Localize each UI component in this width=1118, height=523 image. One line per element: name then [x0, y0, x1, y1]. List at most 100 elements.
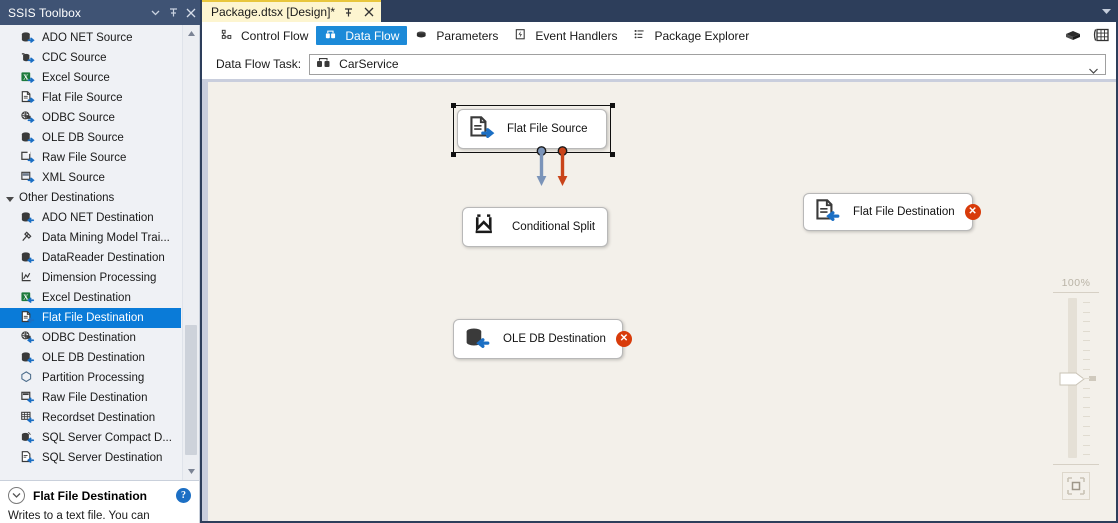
- datareader-destination-icon: [20, 250, 36, 266]
- toolbox-item-label: Excel Destination: [42, 292, 131, 304]
- toolbox-item-data-mining-model-trai[interactable]: Data Mining Model Trai...: [0, 228, 181, 248]
- toolbox-item-xml-source[interactable]: XML Source: [0, 168, 181, 188]
- canvas-container: 100% Flat File Source Conditional Split …: [202, 79, 1116, 521]
- toolbox-item-ado-net-destination[interactable]: ADO NET Destination: [0, 208, 181, 228]
- toolbox-item-flat-file-source[interactable]: Flat File Source: [0, 88, 181, 108]
- pin-icon[interactable]: [164, 4, 182, 22]
- component-flat-file-destination[interactable]: Flat File Destination ✕: [803, 193, 981, 231]
- ole-db-destination-icon: [463, 324, 493, 354]
- resize-handle[interactable]: [610, 152, 615, 157]
- tab-event-handlers[interactable]: Event Handlers: [506, 26, 625, 45]
- toolbox-item-datareader-destination[interactable]: DataReader Destination: [0, 248, 181, 268]
- toolbox-item-sql-server-compact-d[interactable]: SQL Server Compact D...: [0, 428, 181, 448]
- zoom-tick: [1083, 378, 1090, 379]
- toolbox-item-raw-file-destination[interactable]: Raw File Destination: [0, 388, 181, 408]
- flat-file-source-icon: [20, 90, 36, 106]
- parameters-icon: [415, 28, 430, 43]
- toolbox-item-label: Dimension Processing: [42, 272, 157, 284]
- toolbox-item-label: Partition Processing: [42, 372, 145, 384]
- toolbox-item-label: Raw File Source: [42, 152, 127, 164]
- toolbox-item-raw-file-source[interactable]: Raw File Source: [0, 148, 181, 168]
- resize-handle[interactable]: [610, 103, 615, 108]
- toolbox-scrollbar[interactable]: [182, 25, 199, 480]
- data-mining-model-training-icon: [20, 230, 36, 246]
- tab-parameters[interactable]: Parameters: [407, 26, 506, 45]
- zoom-tick: [1083, 444, 1090, 446]
- toolbox-titlebar: SSIS Toolbox: [0, 0, 200, 25]
- tab-package-explorer[interactable]: Package Explorer: [625, 26, 757, 45]
- fit-to-window-button[interactable]: [1062, 472, 1090, 500]
- toolbox-item-sql-server-destination[interactable]: SQL Server Destination: [0, 448, 181, 468]
- conditional-split-icon: [472, 212, 502, 242]
- flat-file-source-icon: [467, 114, 497, 144]
- scroll-up-arrow-icon[interactable]: [183, 25, 199, 42]
- toolbox-item-recordset-destination[interactable]: Recordset Destination: [0, 408, 181, 428]
- error-badge-icon[interactable]: ✕: [964, 204, 981, 220]
- expander-icon[interactable]: [6, 196, 14, 202]
- tab-close-icon[interactable]: [362, 6, 375, 19]
- toolbox-item-excel-destination[interactable]: X Excel Destination: [0, 288, 181, 308]
- toolbox-item-label: OLE DB Destination: [42, 352, 145, 364]
- toolbox-item-label: ODBC Destination: [42, 332, 136, 344]
- tab-label: Event Handlers: [535, 28, 618, 43]
- tab-data-flow[interactable]: Data Flow: [316, 26, 408, 45]
- zoom-tick: [1083, 406, 1090, 408]
- tabstrip-menu-icon[interactable]: [1101, 3, 1112, 21]
- odbc-destination-icon: [20, 330, 36, 346]
- ole-db-destination-icon: [20, 350, 36, 366]
- chevron-down-icon[interactable]: [146, 4, 164, 22]
- toolbox-body: ADO NET Source CDC Source X Excel Source Fla…: [0, 25, 200, 480]
- data-flow-canvas[interactable]: 100% Flat File Source Conditional Split …: [208, 82, 1116, 521]
- zoom-slider[interactable]: [1053, 298, 1099, 458]
- toolbox-item-other-destinations[interactable]: Other Destinations: [0, 188, 181, 208]
- package-icon[interactable]: [1064, 26, 1082, 44]
- toolbox-item-dimension-processing[interactable]: Dimension Processing: [0, 268, 181, 288]
- tab-pin-icon[interactable]: [342, 6, 355, 19]
- toolbox-item-label: Other Destinations: [19, 192, 115, 204]
- recordset-destination-icon: [20, 410, 36, 426]
- zoom-slider-thumb[interactable]: [1059, 371, 1086, 387]
- toolbox-item-ado-net-source[interactable]: ADO NET Source: [0, 28, 181, 48]
- component-conditional-split[interactable]: Conditional Split: [462, 207, 608, 247]
- toolbox-title: SSIS Toolbox: [8, 5, 82, 20]
- toolbox-item-label: CDC Source: [42, 52, 107, 64]
- toolbox-item-ole-db-source[interactable]: OLE DB Source: [0, 128, 181, 148]
- component-label: Flat File Destination: [853, 206, 955, 218]
- component-flat-file-source[interactable]: Flat File Source: [457, 109, 607, 149]
- error-output-arrow[interactable]: [556, 146, 569, 193]
- zoom-tick: [1083, 368, 1090, 370]
- toolbox-item-odbc-destination[interactable]: ODBC Destination: [0, 328, 181, 348]
- zoom-tick: [1083, 349, 1090, 351]
- toolbox-item-flat-file-destination[interactable]: Flat File Destination: [0, 308, 181, 328]
- scrollbar-thumb[interactable]: [185, 325, 197, 455]
- toolbox-description-pane: Flat File Destination ? Writes to a text…: [0, 480, 200, 523]
- resize-handle[interactable]: [451, 103, 456, 108]
- data-output-arrow[interactable]: [535, 146, 548, 193]
- variables-icon[interactable]: [1092, 26, 1110, 44]
- component-ole-db-destination[interactable]: OLE DB Destination ✕: [453, 319, 632, 359]
- sql-server-destination-icon: [20, 450, 36, 466]
- toolbox-item-excel-source[interactable]: X Excel Source: [0, 68, 181, 88]
- control-flow-icon: [220, 28, 235, 43]
- close-icon[interactable]: [182, 4, 200, 22]
- toolbox-item-cdc-source[interactable]: CDC Source: [0, 48, 181, 68]
- zoom-tick: [1083, 330, 1090, 332]
- data-flow-task-combobox[interactable]: CarService: [309, 53, 1106, 77]
- toolbox-item-label: ODBC Source: [42, 112, 115, 124]
- toolbox-item-label: XML Source: [42, 172, 105, 184]
- chevron-down-icon[interactable]: [1089, 63, 1098, 77]
- ado-net-destination-icon: [20, 210, 36, 226]
- resize-handle[interactable]: [451, 152, 456, 157]
- tab-control-flow[interactable]: Control Flow: [212, 26, 316, 45]
- component-label: OLE DB Destination: [503, 333, 606, 345]
- toolbox-item-odbc-source[interactable]: ODBC Source: [0, 108, 181, 128]
- tab-package-dtsx[interactable]: Package.dtsx [Design]*: [202, 0, 382, 22]
- help-icon[interactable]: ?: [176, 488, 191, 503]
- toolbox-item-partition-processing[interactable]: Partition Processing: [0, 368, 181, 388]
- divider: [1053, 292, 1099, 293]
- scroll-down-arrow-icon[interactable]: [183, 463, 199, 480]
- zoom-tick: [1083, 321, 1090, 322]
- error-badge-icon[interactable]: ✕: [615, 331, 632, 347]
- toolbox-item-ole-db-destination[interactable]: OLE DB Destination: [0, 348, 181, 368]
- collapse-chevron-icon[interactable]: [8, 487, 25, 504]
